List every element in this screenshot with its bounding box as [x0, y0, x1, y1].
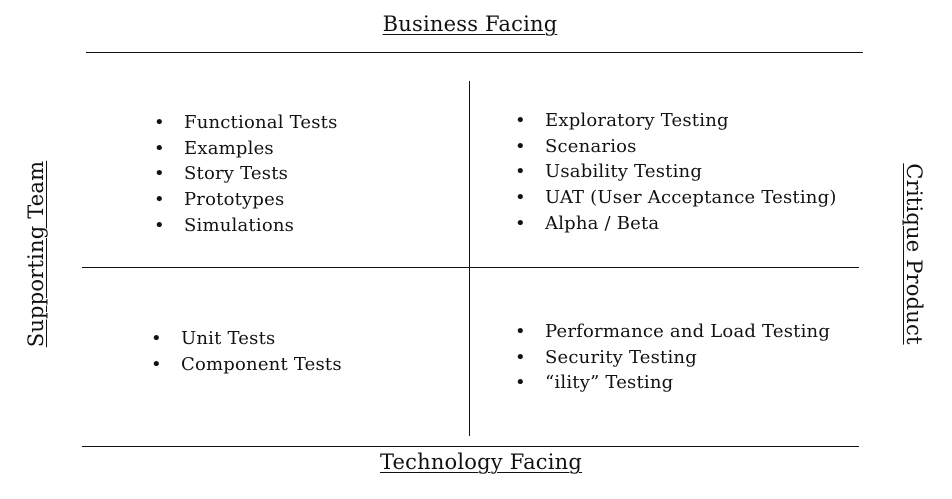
- top-divider: [86, 52, 863, 53]
- list-item: Exploratory Testing: [515, 108, 837, 134]
- top-axis-title: Business Facing: [382, 12, 558, 36]
- list-item: Alpha / Beta: [515, 211, 837, 237]
- left-axis-title: Supporting Team: [24, 160, 48, 348]
- list-item: Simulations: [154, 213, 338, 239]
- list-item: Story Tests: [154, 161, 338, 187]
- horizontal-divider: [82, 267, 859, 268]
- bottom-axis-title: Technology Facing: [379, 450, 583, 474]
- list-item: Performance and Load Testing: [515, 319, 830, 345]
- list-item: Examples: [154, 136, 338, 162]
- list-item: Component Tests: [151, 352, 342, 378]
- right-axis-title: Critique Product: [902, 163, 926, 345]
- vertical-divider: [469, 81, 470, 436]
- quadrant-bottom-left-list: Unit Tests Component Tests: [151, 326, 342, 377]
- quadrant-top-left-list: Functional Tests Examples Story Tests Pr…: [154, 110, 338, 239]
- quadrant-bottom-right-list: Performance and Load Testing Security Te…: [515, 319, 830, 396]
- list-item: Functional Tests: [154, 110, 338, 136]
- list-item: “ility” Testing: [515, 370, 830, 396]
- list-item: Usability Testing: [515, 159, 837, 185]
- list-item: Prototypes: [154, 187, 338, 213]
- list-item: Security Testing: [515, 345, 830, 371]
- list-item: Scenarios: [515, 134, 837, 160]
- quadrant-top-right-list: Exploratory Testing Scenarios Usability …: [515, 108, 837, 237]
- bottom-divider: [82, 446, 859, 447]
- list-item: UAT (User Acceptance Testing): [515, 185, 837, 211]
- list-item: Unit Tests: [151, 326, 342, 352]
